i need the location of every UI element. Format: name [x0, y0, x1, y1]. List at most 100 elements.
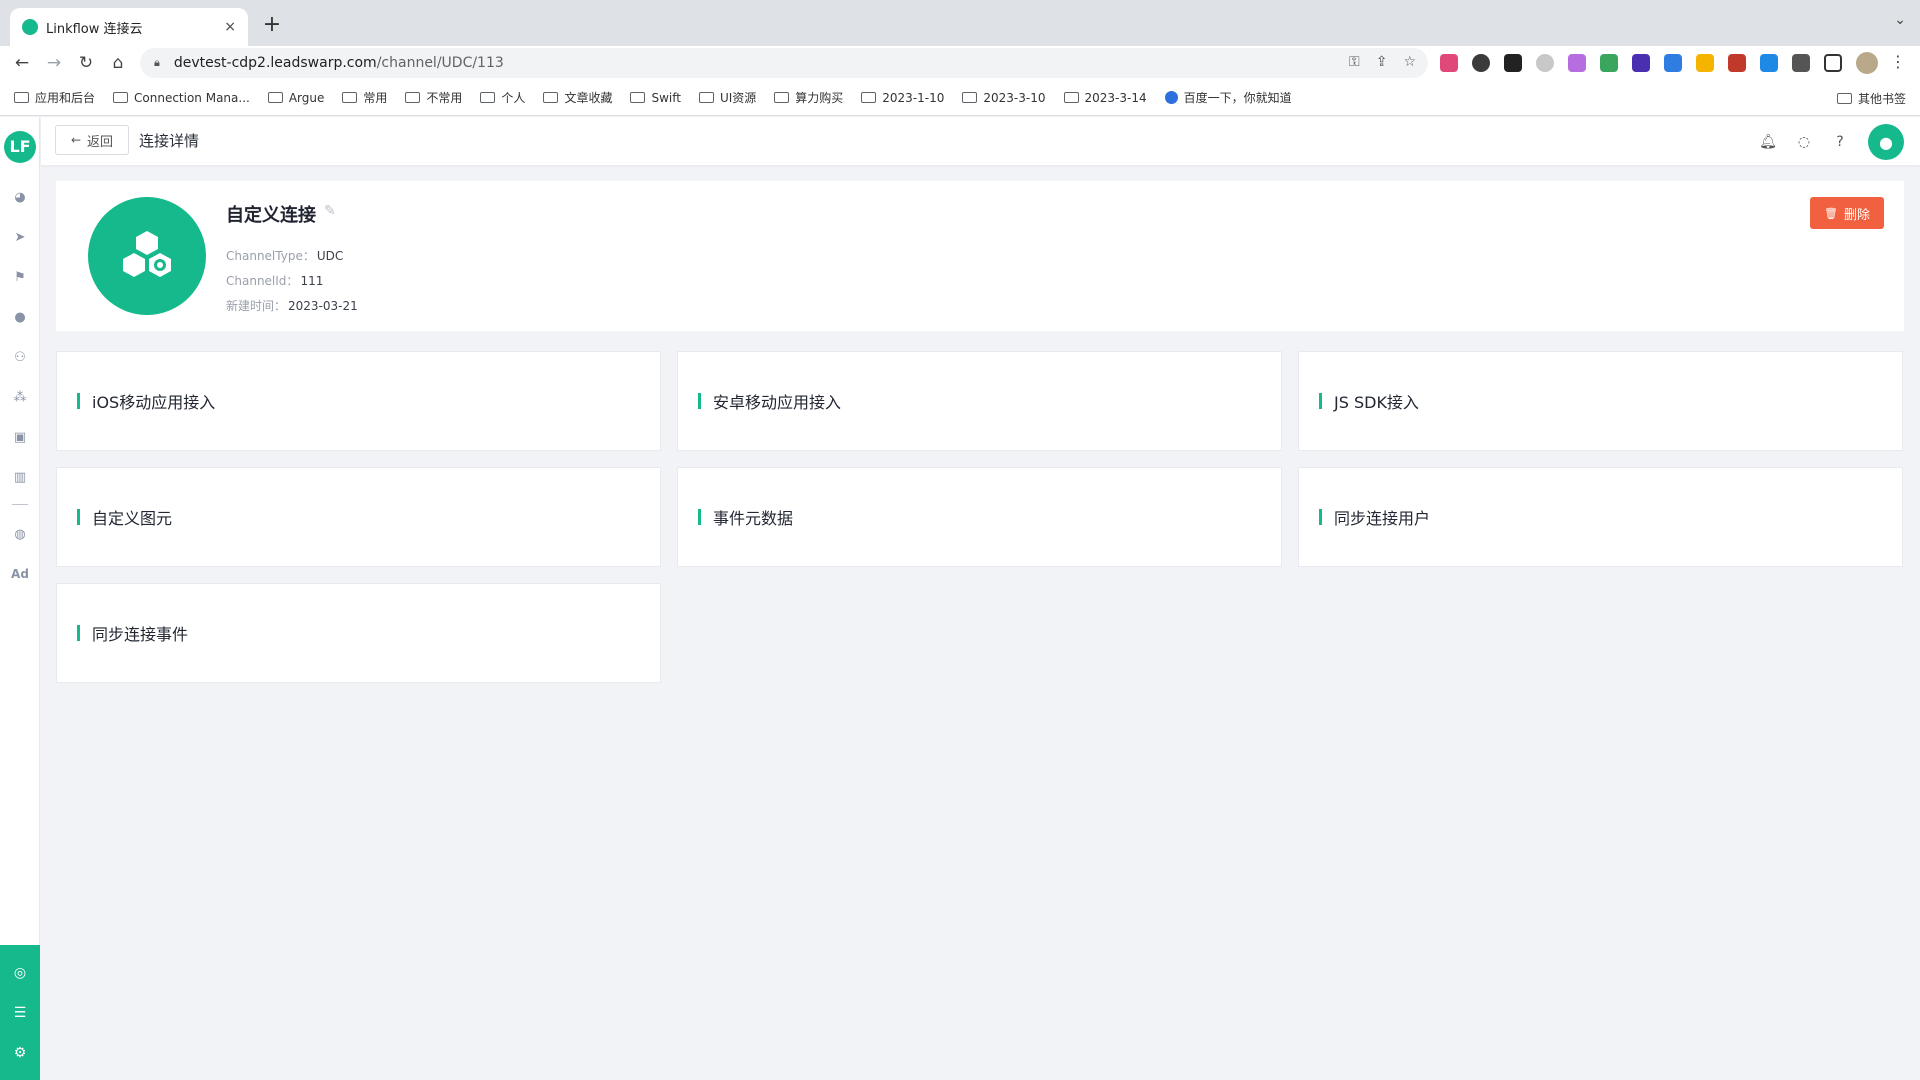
bookmark-label: 文章收藏	[564, 91, 613, 105]
bookmark-item[interactable]: Swift	[630, 91, 681, 105]
bookmark-item[interactable]: 算力购买	[774, 89, 843, 106]
home-icon[interactable]: ⌂	[106, 52, 130, 74]
user-avatar[interactable]: ●	[1868, 124, 1904, 160]
tab-close-icon[interactable]: ×	[224, 19, 236, 35]
bookmark-label: 其他书签	[1857, 91, 1906, 106]
created-value: 2023-03-21	[288, 299, 358, 313]
extension-icon[interactable]	[1728, 54, 1746, 72]
card-android-sdk[interactable]: 安卓移动应用接入	[677, 351, 1282, 451]
delete-button[interactable]: 🗑︎ 删除	[1810, 197, 1884, 229]
bar-chart-icon[interactable]: ▥	[10, 467, 30, 487]
card-custom-metadata[interactable]: 自定义图元	[56, 467, 661, 567]
extension-icon[interactable]	[1472, 54, 1490, 72]
bookmark-item[interactable]: Argue	[267, 91, 324, 105]
key-icon[interactable]: ⚿	[1349, 54, 1360, 70]
card-ios-sdk[interactable]: iOS移动应用接入	[56, 351, 661, 451]
bell-icon[interactable]: 🔔︎	[1759, 134, 1777, 150]
puzzle-icon[interactable]	[1792, 54, 1810, 72]
accent-bar	[698, 393, 701, 409]
bookmark-item[interactable]: 文章收藏	[543, 89, 612, 106]
extension-icon[interactable]	[1632, 54, 1650, 72]
back-label: 返回	[87, 134, 114, 150]
extension-icon[interactable]	[1664, 54, 1682, 72]
user-icon[interactable]: ●	[10, 307, 30, 327]
bookmark-item[interactable]: 不常用	[405, 89, 462, 106]
card-sync-events[interactable]: 同步连接事件	[56, 583, 661, 683]
bookmark-item[interactable]: 2023-1-10	[861, 91, 944, 105]
extension-icon[interactable]	[1536, 54, 1554, 72]
settings-icon[interactable]: ⚙	[10, 1043, 30, 1063]
extension-icon[interactable]	[1600, 54, 1618, 72]
back-arrow-icon[interactable]: ←	[10, 52, 34, 74]
bookmark-item[interactable]: 百度一下，你就知道	[1164, 89, 1292, 106]
page-title: 连接详情	[139, 132, 200, 150]
wechat-icon[interactable]: ◍	[10, 524, 30, 544]
bookmark-label: 个人	[501, 91, 526, 105]
ad-icon[interactable]: Ad	[10, 564, 30, 584]
folder-icon	[698, 92, 714, 103]
segments-icon[interactable]: ⁂	[10, 387, 30, 407]
card-label: iOS移动应用接入	[92, 393, 216, 412]
accent-bar	[1319, 509, 1322, 525]
card-sync-users[interactable]: 同步连接用户	[1298, 467, 1903, 567]
sidepanel-icon[interactable]	[1824, 54, 1842, 72]
arrow-left-icon: ←	[70, 133, 82, 147]
extension-icon[interactable]	[1568, 54, 1586, 72]
card-label: 事件元数据	[713, 509, 794, 528]
extension-icon[interactable]	[1440, 54, 1458, 72]
accent-bar	[77, 509, 80, 525]
folder-icon	[342, 92, 358, 103]
bookmark-item[interactable]: 2023-3-14	[1063, 91, 1147, 105]
bookmark-item[interactable]: 常用	[342, 89, 387, 106]
bookmark-item[interactable]: UI资源	[698, 89, 757, 106]
url-path: /channel/UDC/113	[376, 55, 504, 71]
pencil-icon[interactable]: ✎	[324, 203, 336, 219]
connect-icon[interactable]: ◎	[10, 963, 30, 983]
bookmark-icon[interactable]: ▣	[10, 427, 30, 447]
folder-icon	[267, 92, 283, 103]
help-icon[interactable]: ?	[1832, 134, 1848, 150]
new-tab-button[interactable]: +	[260, 12, 284, 37]
other-bookmarks[interactable]: 其他书签	[1836, 80, 1906, 116]
tab-search-icon[interactable]: ⌄	[1894, 12, 1906, 28]
bookmark-label: 不常用	[426, 91, 463, 105]
browser-tab[interactable]: Linkflow 连接云 ×	[10, 8, 248, 46]
users-icon[interactable]: ⚇	[10, 347, 30, 367]
flag-icon[interactable]: ⚑	[10, 267, 30, 287]
forward-arrow-icon[interactable]: →	[42, 52, 66, 74]
folder-icon	[480, 92, 496, 103]
bookmark-label: 应用和后台	[35, 91, 96, 105]
bookmark-item[interactable]: 2023-3-10	[962, 91, 1046, 105]
send-icon[interactable]: ➤	[10, 227, 30, 247]
folder-icon	[543, 92, 559, 103]
reload-icon[interactable]: ↻	[74, 52, 98, 74]
menu-icon[interactable]: ⋮	[1890, 52, 1906, 71]
card-event-metadata[interactable]: 事件元数据	[677, 467, 1282, 567]
address-bar[interactable]: 🔒︎ devtest-cdp2.leadswarp.com/channel/UD…	[140, 48, 1428, 78]
bookmark-item[interactable]: 个人	[480, 89, 525, 106]
bookmark-label: 2023-1-10	[882, 90, 945, 105]
card-js-sdk[interactable]: JS SDK接入	[1298, 351, 1903, 451]
extension-icon[interactable]	[1504, 54, 1522, 72]
message-icon[interactable]: ◌	[1796, 134, 1812, 150]
extension-icon[interactable]	[1760, 54, 1778, 72]
channel-id-row: ChannelId： 111	[226, 272, 323, 289]
bookmark-item[interactable]: 应用和后台	[14, 89, 95, 106]
folder-icon	[1836, 92, 1852, 104]
extension-icon[interactable]	[1696, 54, 1714, 72]
star-icon[interactable]: ☆	[1403, 54, 1416, 70]
accent-bar	[698, 509, 701, 525]
dashboard-icon[interactable]: ◕	[10, 187, 30, 207]
profile-avatar[interactable]	[1856, 52, 1878, 74]
bookmark-item[interactable]: Connection Mana...	[113, 91, 250, 105]
bookmark-label: UI资源	[719, 91, 757, 105]
folder-icon	[962, 92, 978, 103]
linkflow-logo[interactable]: LF	[4, 131, 36, 163]
data-icon[interactable]: ☰	[10, 1003, 30, 1023]
bookmark-label: 算力购买	[795, 91, 844, 105]
share-icon[interactable]: ⇪	[1376, 54, 1388, 70]
back-button[interactable]: ← 返回	[55, 125, 129, 155]
card-label: JS SDK接入	[1334, 393, 1419, 412]
card-label: 同步连接事件	[92, 625, 189, 644]
connection-name: 自定义连接	[226, 205, 316, 226]
